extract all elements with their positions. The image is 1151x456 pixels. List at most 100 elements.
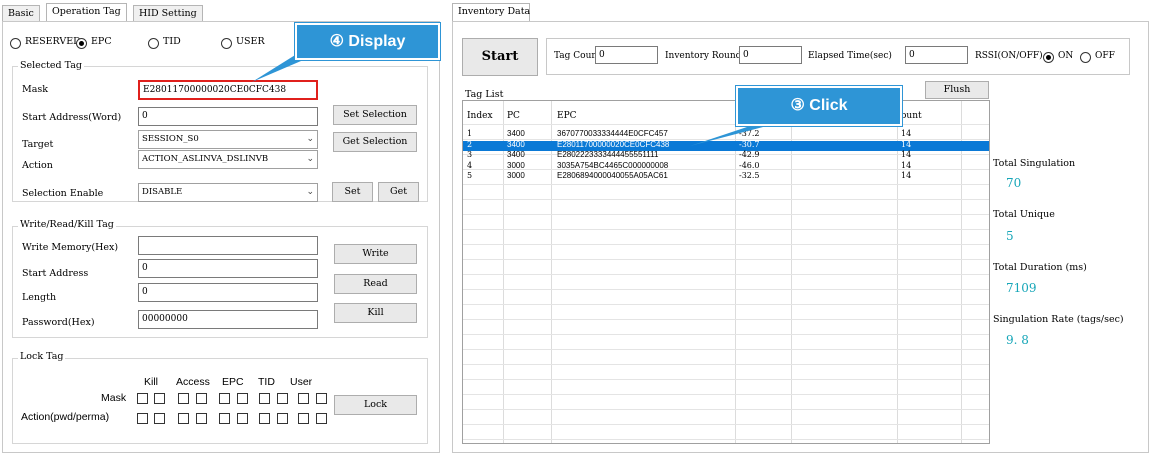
table-row[interactable]: 3 3400 E2802223333444455551111 -42.9 14 [463,150,989,161]
lock-mask-checkbox[interactable] [178,393,189,404]
lock-mask-checkbox[interactable] [298,393,309,404]
table-row-divider [463,259,989,260]
lock-action-checkbox[interactable] [277,413,288,424]
target-select[interactable]: SESSION_S0 ⌄ [138,130,318,149]
table-row-divider [463,124,989,125]
rssi-on-radio[interactable] [1043,52,1054,63]
lock-action-checkbox[interactable] [137,413,148,424]
table-row[interactable]: 5 3000 E2806894000040055A05AC61 -32.5 14 [463,171,989,182]
column-header-epc[interactable]: EPC [557,112,577,121]
selection-enable-select[interactable]: DISABLE ⌄ [138,183,318,202]
kill-button[interactable]: Kill [334,303,417,323]
lock-action-checkbox[interactable] [219,413,230,424]
cell-epc: E2802223333444455551111 [557,150,659,159]
password-input[interactable]: 00000000 [138,310,318,329]
selection-enable-label: Selection Enable [22,188,104,199]
table-row-divider [463,214,989,215]
rssi-off-radio[interactable] [1080,52,1091,63]
cell-count: 14 [901,139,912,149]
table-row-divider [463,334,989,335]
cell-rssi: -46.0 [739,160,760,170]
target-label: Target [22,139,54,150]
lock-mask-checkbox[interactable] [277,393,288,404]
radio-epc[interactable] [76,38,87,49]
column-header-pc[interactable]: PC [507,112,520,121]
column-header-count[interactable]: ount [901,112,922,121]
mask-label: Mask [22,84,49,95]
selection-enable-value: DISABLE [142,187,183,197]
lock-action-checkbox[interactable] [196,413,207,424]
table-row-divider [463,274,989,275]
chevron-down-icon: ⌄ [306,187,314,197]
lock-mask-checkbox[interactable] [219,393,230,404]
table-row-divider [463,319,989,320]
lock-action-checkbox[interactable] [316,413,327,424]
lock-action-checkbox[interactable] [259,413,270,424]
password-label: Password(Hex) [22,317,95,328]
table-row-divider [463,409,989,410]
cell-count: 14 [901,171,912,180]
table-row[interactable]: 2 3400 E28011700000020CE0CFC438 -30.7 14 [463,139,989,151]
cell-pc: 3000 [507,171,525,180]
set-button[interactable]: Set [332,182,373,202]
table-header: Index PC EPC ount [463,112,989,121]
lock-mask-checkbox[interactable] [154,393,165,404]
display-callout: ④ Display [295,23,440,60]
inventory-round-input[interactable]: 0 [739,46,802,64]
write-memory-label: Write Memory(Hex) [22,242,119,253]
lock-action-checkbox[interactable] [237,413,248,424]
tag-count-input[interactable]: 0 [595,46,658,64]
radio-tid-label: TID [163,36,181,47]
total-duration-value: 7109 [1006,281,1037,295]
tab-basic[interactable]: Basic [2,5,40,22]
lock-header-epc: EPC [222,376,244,388]
radio-tid[interactable] [148,38,159,49]
flush-button[interactable]: Flush [925,81,989,99]
lock-mask-checkbox[interactable] [316,393,327,404]
elapsed-time-input[interactable]: 0 [905,46,968,64]
radio-user[interactable] [221,38,232,49]
start-address-word-input[interactable]: 0 [138,107,318,126]
cell-rssi: -42.9 [739,150,760,159]
lock-mask-checkbox[interactable] [259,393,270,404]
lock-header-kill: Kill [144,376,159,388]
start-address-input[interactable]: 0 [138,259,318,278]
read-button[interactable]: Read [334,274,417,294]
lock-mask-checkbox[interactable] [137,393,148,404]
get-button[interactable]: Get [378,182,419,202]
table-row-divider [463,394,989,395]
table-row-divider [463,364,989,365]
lock-action-checkbox[interactable] [178,413,189,424]
lock-action-checkbox[interactable] [154,413,165,424]
cell-rssi: -32.5 [739,171,760,180]
mask-input[interactable]: E28011700000020CE0CFC438 [138,80,318,100]
tab-hid-setting[interactable]: HID Setting [133,5,203,22]
lock-button[interactable]: Lock [334,395,417,415]
write-button[interactable]: Write [334,244,417,264]
action-select[interactable]: ACTION_ASLINVA_DSLINVB ⌄ [138,150,318,169]
write-memory-input[interactable] [138,236,318,255]
inventory-round-label: Inventory Round [665,51,742,61]
cell-pc: 3400 [507,150,525,159]
cell-pc: 3000 [507,160,525,170]
table-row[interactable]: 4 3000 3035A754BC4465C000000008 -46.0 14 [463,160,989,172]
tab-operation-tag[interactable]: Operation Tag [46,3,127,22]
tag-list-table[interactable]: Index PC EPC ount 1 3400 3670770033334444E0CFC… [462,100,990,444]
cell-pc: 3400 [507,129,525,138]
start-address-word-label: Start Address(Word) [22,112,122,123]
start-button[interactable]: Start [462,38,538,76]
set-selection-button[interactable]: Set Selection [333,105,417,125]
column-header-index[interactable]: Index [467,112,493,121]
table-row[interactable]: 1 3400 3670770033334444E0CFC457 -37.2 14 [463,129,989,140]
length-input[interactable]: 0 [138,283,318,302]
lock-mask-checkbox[interactable] [237,393,248,404]
write-read-kill-title: Write/Read/Kill Tag [18,219,116,230]
cell-index: 3 [467,150,473,159]
singulation-rate-value: 9. 8 [1006,333,1029,347]
get-selection-button[interactable]: Get Selection [333,132,417,152]
radio-reserved[interactable] [10,38,21,49]
lock-action-checkbox[interactable] [298,413,309,424]
lock-mask-label: Mask [101,392,127,404]
tab-inventory-data[interactable]: Inventory Data [452,3,530,22]
lock-mask-checkbox[interactable] [196,393,207,404]
